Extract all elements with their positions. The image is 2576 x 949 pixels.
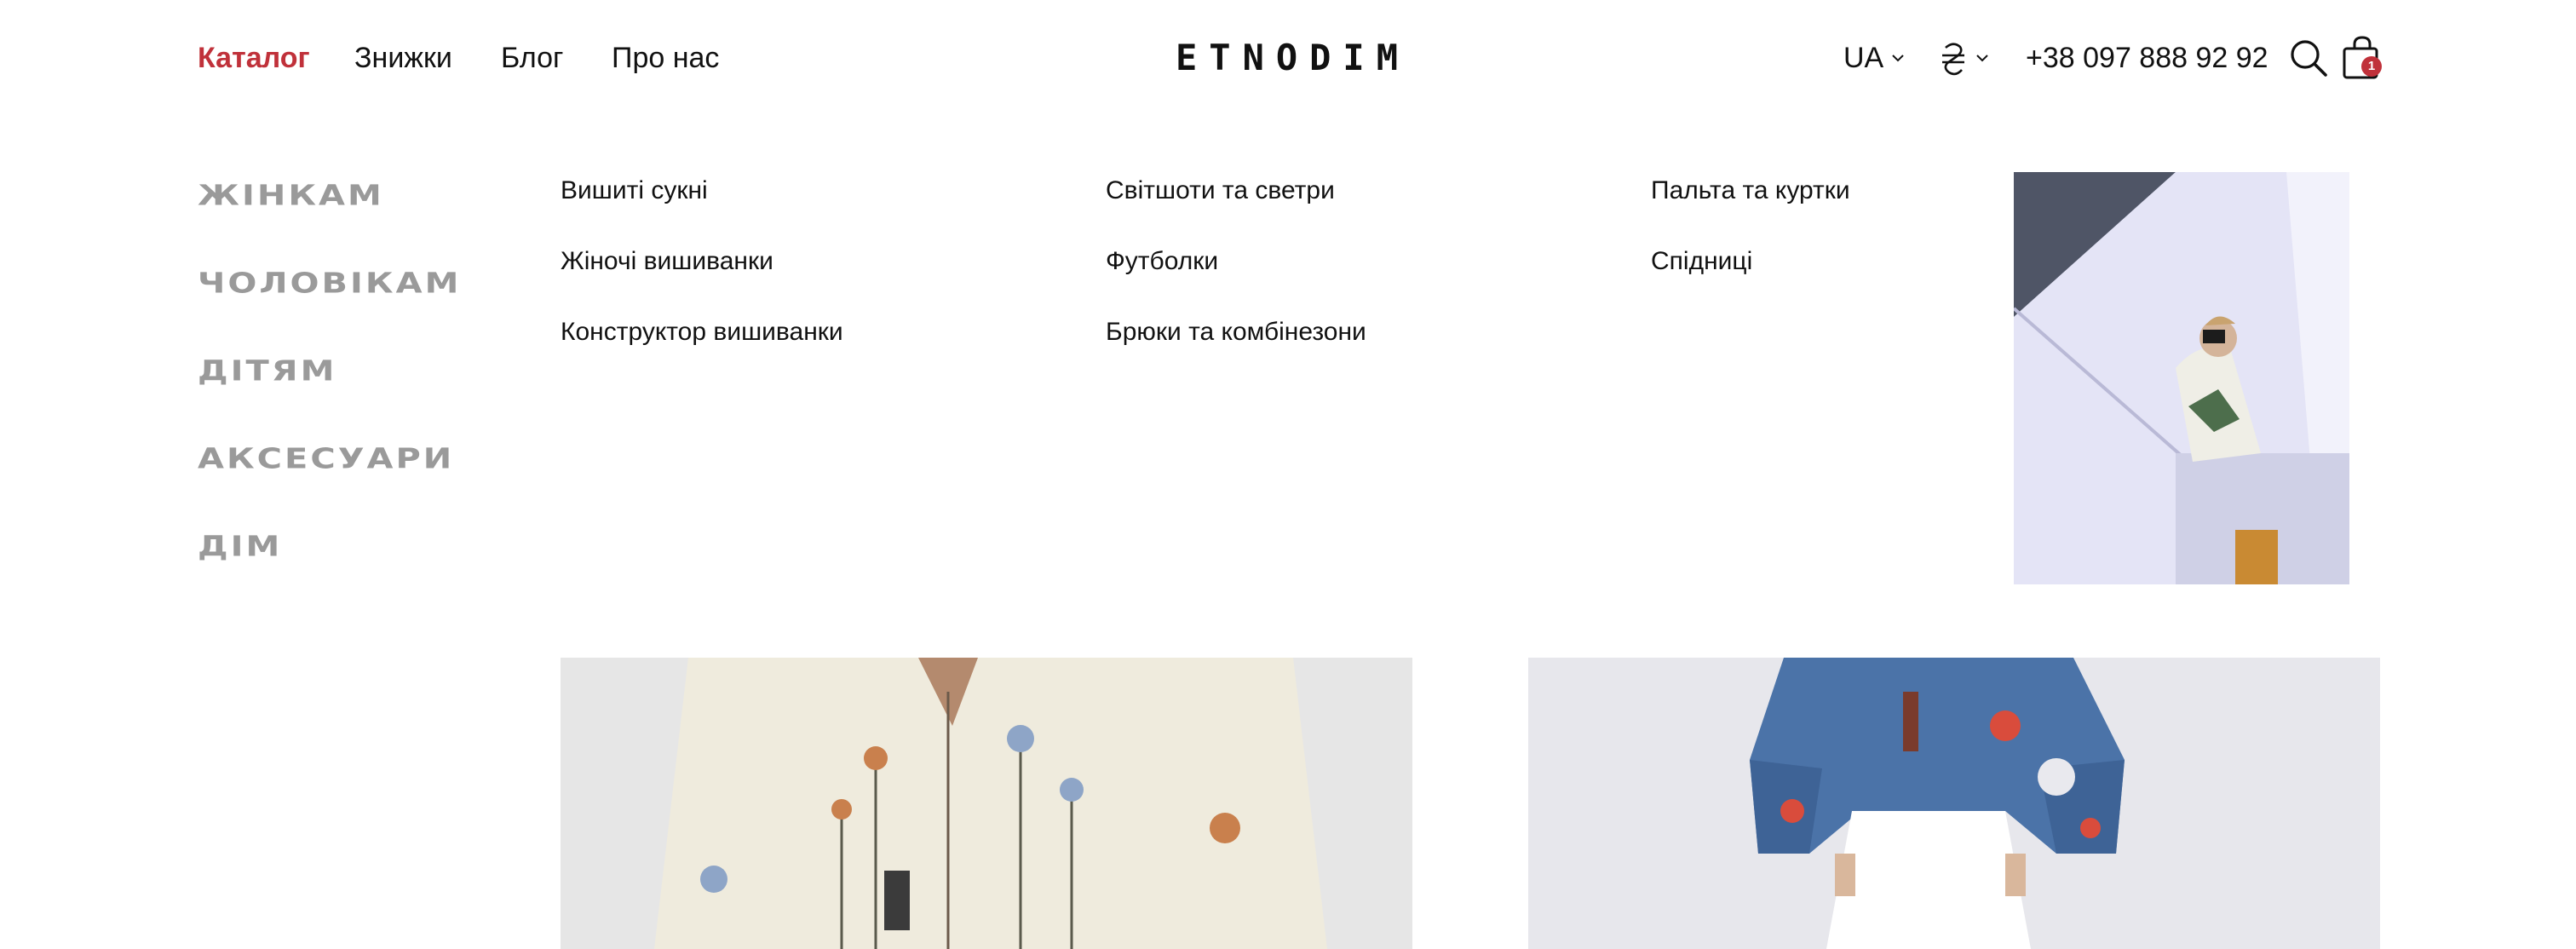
chevron-down-icon <box>1892 55 1904 62</box>
category-women[interactable]: ЖІНКАМ <box>198 177 384 215</box>
submenu-vyshyvanka-constructor[interactable]: Конструктор вишиванки <box>561 313 843 351</box>
product-image-embroidered-shirt-cream[interactable] <box>561 658 1412 949</box>
nav-discounts[interactable]: Знижки <box>354 37 452 78</box>
product-photo <box>1528 658 2380 949</box>
category-home[interactable]: ДІМ <box>198 528 282 566</box>
language-label: UA <box>1843 42 1884 74</box>
language-selector[interactable]: UA <box>1843 37 1907 78</box>
cart-count-badge: 1 <box>2361 56 2382 77</box>
product-image-embroidered-shirt-blue[interactable] <box>1528 658 2380 949</box>
promo-photo <box>2014 172 2349 584</box>
submenu-tshirts[interactable]: Футболки <box>1106 243 1218 280</box>
nav-about[interactable]: Про нас <box>612 37 719 78</box>
submenu-trousers[interactable]: Брюки та комбінезони <box>1106 313 1366 351</box>
nav-catalog[interactable]: Каталог <box>198 37 310 78</box>
hryvnia-sign-icon <box>1942 43 1964 76</box>
submenu-skirts[interactable]: Спідниці <box>1651 243 1752 280</box>
category-men[interactable]: ЧОЛОВІКАМ <box>198 265 461 302</box>
phone-link[interactable]: +38 097 888 92 92 <box>2026 37 2268 78</box>
promo-image[interactable] <box>2014 172 2349 584</box>
chevron-down-icon <box>1976 55 1988 62</box>
nav-blog[interactable]: Блог <box>501 37 563 78</box>
category-accessories[interactable]: АКСЕСУАРИ <box>198 440 454 478</box>
logo[interactable]: ETNODIM <box>1176 37 1402 78</box>
submenu-sweatshirts[interactable]: Світшоти та светри <box>1106 172 1335 210</box>
submenu-embroidered-dresses[interactable]: Вишиті сукні <box>561 172 708 210</box>
currency-selector[interactable] <box>1939 36 1992 80</box>
search-icon[interactable] <box>2288 37 2329 78</box>
product-photo <box>561 658 1412 949</box>
submenu-womens-vyshyvanky[interactable]: Жіночі вишиванки <box>561 243 773 280</box>
category-kids[interactable]: ДІТЯМ <box>198 353 336 390</box>
submenu-coats-jackets[interactable]: Пальта та куртки <box>1651 172 1850 210</box>
